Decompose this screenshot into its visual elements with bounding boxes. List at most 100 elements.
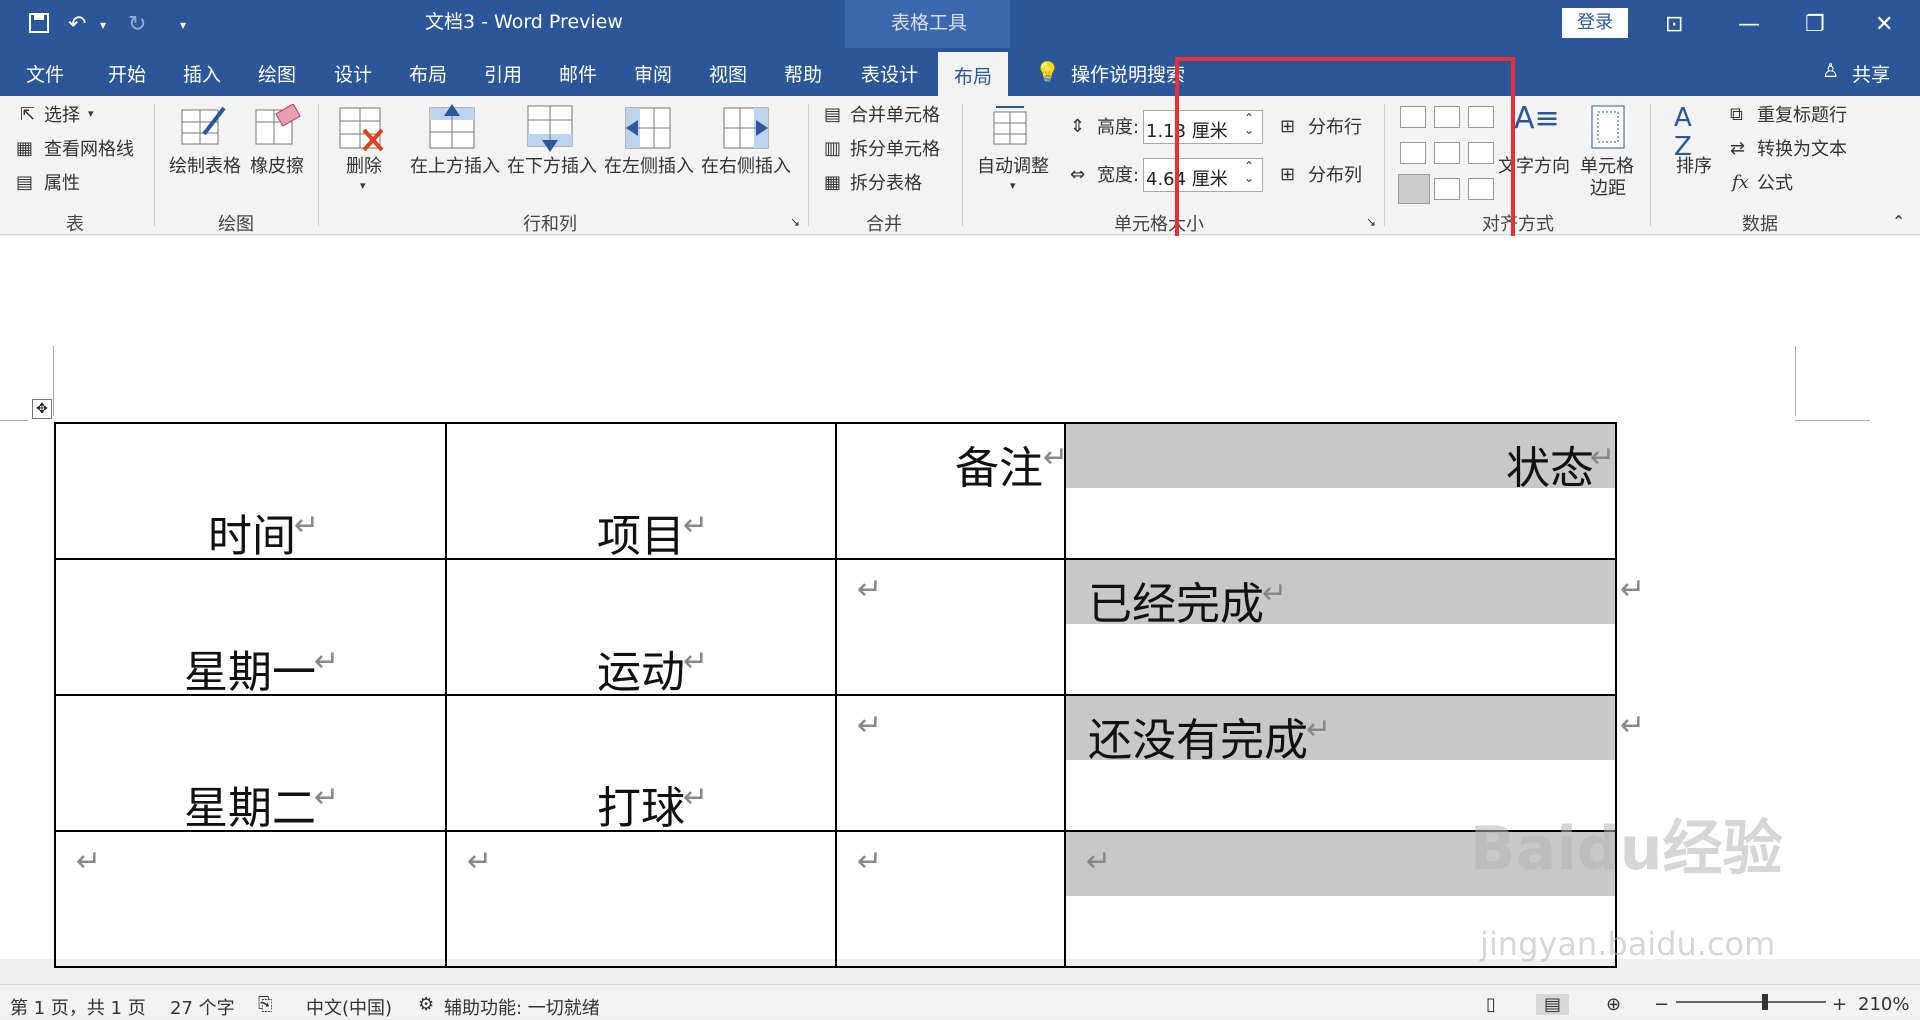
- tab-file[interactable]: 文件: [26, 60, 64, 87]
- insert-right-button[interactable]: 在右侧插入: [701, 158, 791, 176]
- text-direction-icon: A≡: [1514, 101, 1560, 136]
- zoom-in-icon[interactable]: +: [1832, 994, 1847, 1015]
- redo-icon[interactable]: ↻: [128, 12, 146, 37]
- cell-margins-label-2[interactable]: 边距: [1590, 180, 1626, 198]
- split-cells-button[interactable]: 拆分单元格: [850, 141, 940, 159]
- tab-table-design[interactable]: 表设计: [861, 60, 918, 87]
- close-icon[interactable]: ✕: [1875, 12, 1893, 37]
- table-cell[interactable]: 打球 ↵: [445, 694, 837, 834]
- table-cell[interactable]: 状态 ↵: [1064, 422, 1617, 560]
- table-cell[interactable]: 星期二 ↵: [54, 694, 447, 834]
- read-mode-icon[interactable]: ▯: [1486, 994, 1496, 1015]
- print-layout-icon[interactable]: ▤: [1536, 994, 1570, 1015]
- table-cell[interactable]: ↵: [835, 830, 1066, 968]
- login-button[interactable]: 登录: [1562, 8, 1628, 38]
- zoom-slider-thumb[interactable]: [1762, 994, 1768, 1010]
- view-gridlines-button[interactable]: 查看网格线: [44, 141, 134, 159]
- undo-icon[interactable]: ↶: [68, 12, 86, 37]
- status-bar: 第 1 页，共 1 页 27 个字 ⎘ 中文(中国) ⚙ 辅助功能: 一切就绪 …: [0, 984, 1920, 1020]
- word-count[interactable]: 27 个字: [170, 994, 235, 1020]
- watermark-url: jingyan.baidu.com: [1480, 925, 1776, 963]
- table-tools-context: 表格工具: [845, 0, 1010, 48]
- share-button[interactable]: 共享: [1852, 60, 1890, 87]
- cell-margins-label[interactable]: 单元格: [1580, 158, 1634, 176]
- tab-mailings[interactable]: 邮件: [559, 60, 597, 87]
- delete-dropdown-icon[interactable]: ▾: [360, 180, 366, 191]
- accessibility-icon[interactable]: ⚙: [418, 994, 434, 1015]
- tab-insert[interactable]: 插入: [183, 60, 221, 87]
- separator: [154, 104, 155, 226]
- minimize-icon[interactable]: —: [1738, 12, 1760, 37]
- table-cell[interactable]: 项目 ↵: [445, 422, 837, 562]
- select-dropdown-icon[interactable]: ▾: [88, 108, 94, 119]
- proofing-icon[interactable]: ⎘: [258, 994, 272, 1015]
- width-icon: ⇔: [1070, 164, 1086, 185]
- table-cell[interactable]: ↵: [835, 558, 1066, 696]
- table-cell[interactable]: ↵: [835, 694, 1066, 832]
- paragraph-mark: ↵: [857, 708, 883, 743]
- table-cell[interactable]: 运动 ↵: [445, 558, 837, 698]
- table-cell[interactable]: 星期一 ↵: [54, 558, 447, 698]
- group-label-draw: 绘图: [218, 214, 254, 235]
- tab-view[interactable]: 视图: [709, 60, 747, 87]
- tab-table-layout[interactable]: 布局: [938, 52, 1009, 96]
- web-layout-icon[interactable]: ⊕: [1606, 994, 1621, 1015]
- split-table-button[interactable]: 拆分表格: [850, 175, 922, 193]
- autofit-button[interactable]: 自动调整: [977, 158, 1049, 176]
- paragraph-mark: ↵: [1086, 844, 1112, 879]
- tab-home[interactable]: 开始: [108, 60, 146, 87]
- paragraph-mark: ↵: [1262, 576, 1288, 611]
- page-count[interactable]: 第 1 页，共 1 页: [10, 994, 146, 1020]
- tab-layout-page[interactable]: 布局: [409, 60, 447, 87]
- tab-references[interactable]: 引用: [484, 60, 522, 87]
- restore-icon[interactable]: ❐: [1805, 12, 1825, 37]
- share-icon[interactable]: ♙: [1822, 60, 1839, 82]
- paragraph-mark: ↵: [683, 644, 709, 679]
- delete-button[interactable]: 删除: [346, 158, 382, 176]
- table-cell[interactable]: 已经完成 ↵ ↵: [1064, 558, 1645, 696]
- dialog-launcher-icon[interactable]: ↘: [790, 216, 800, 228]
- tab-review[interactable]: 审阅: [634, 60, 672, 87]
- end-of-row-mark: ↵: [1620, 708, 1646, 743]
- table-cell[interactable]: ↵: [445, 830, 837, 968]
- table-row: 时间 ↵ 项目 ↵ 备注 ↵ 状态 ↵: [54, 422, 1617, 562]
- autofit-dropdown-icon[interactable]: ▾: [1010, 180, 1016, 191]
- eraser-button[interactable]: 橡皮擦: [250, 158, 304, 176]
- title-bar: ↶ ▾ ↻ ▾ 文档3 - Word Preview 表格工具 登录 ⊡ — ❐…: [0, 0, 1920, 48]
- paragraph-mark: ↵: [857, 572, 883, 607]
- zoom-out-icon[interactable]: −: [1654, 994, 1669, 1015]
- table-cell[interactable]: ↵: [54, 830, 447, 968]
- zoom-level[interactable]: 210%: [1858, 994, 1909, 1015]
- undo-dropdown-icon[interactable]: ▾: [100, 18, 106, 32]
- tab-help[interactable]: 帮助: [784, 60, 822, 87]
- tell-me-search[interactable]: 操作说明搜索: [1071, 60, 1185, 87]
- table-cell[interactable]: 时间 ↵: [54, 422, 447, 562]
- table-move-handle-icon[interactable]: ✥: [32, 399, 52, 419]
- end-of-row-mark: ↵: [1620, 572, 1646, 607]
- zoom-slider[interactable]: [1676, 1001, 1826, 1003]
- save-icon[interactable]: [28, 12, 50, 40]
- cell-text: 项目: [597, 511, 685, 562]
- collapse-ribbon-icon[interactable]: ⌃: [1892, 214, 1905, 230]
- width-label: 宽度:: [1097, 165, 1140, 186]
- insert-above-icon: [429, 104, 475, 149]
- select-button[interactable]: 选择: [44, 107, 80, 125]
- context-tab-label: 表格工具: [891, 12, 968, 34]
- table-cell[interactable]: 备注 ↵: [835, 422, 1068, 560]
- tab-draw[interactable]: 绘图: [258, 60, 296, 87]
- convert-to-text-button[interactable]: 转换为文本: [1757, 141, 1847, 159]
- tab-design[interactable]: 设计: [334, 60, 372, 87]
- formula-button[interactable]: 公式: [1757, 175, 1793, 193]
- merge-cells-button[interactable]: 合并单元格: [850, 107, 940, 125]
- insert-left-button[interactable]: 在左侧插入: [604, 158, 694, 176]
- customize-qat-icon[interactable]: ▾: [180, 18, 186, 32]
- language[interactable]: 中文(中国): [306, 994, 392, 1020]
- properties-button[interactable]: 属性: [44, 175, 80, 193]
- insert-above-button[interactable]: 在上方插入: [410, 158, 500, 176]
- insert-below-button[interactable]: 在下方插入: [507, 158, 597, 176]
- sort-button[interactable]: 排序: [1676, 158, 1712, 176]
- ribbon-display-icon[interactable]: ⊡: [1665, 12, 1683, 37]
- repeat-header-button[interactable]: 重复标题行: [1757, 107, 1847, 125]
- accessibility-status[interactable]: 辅助功能: 一切就绪: [444, 994, 600, 1020]
- draw-table-button[interactable]: 绘制表格: [169, 158, 241, 176]
